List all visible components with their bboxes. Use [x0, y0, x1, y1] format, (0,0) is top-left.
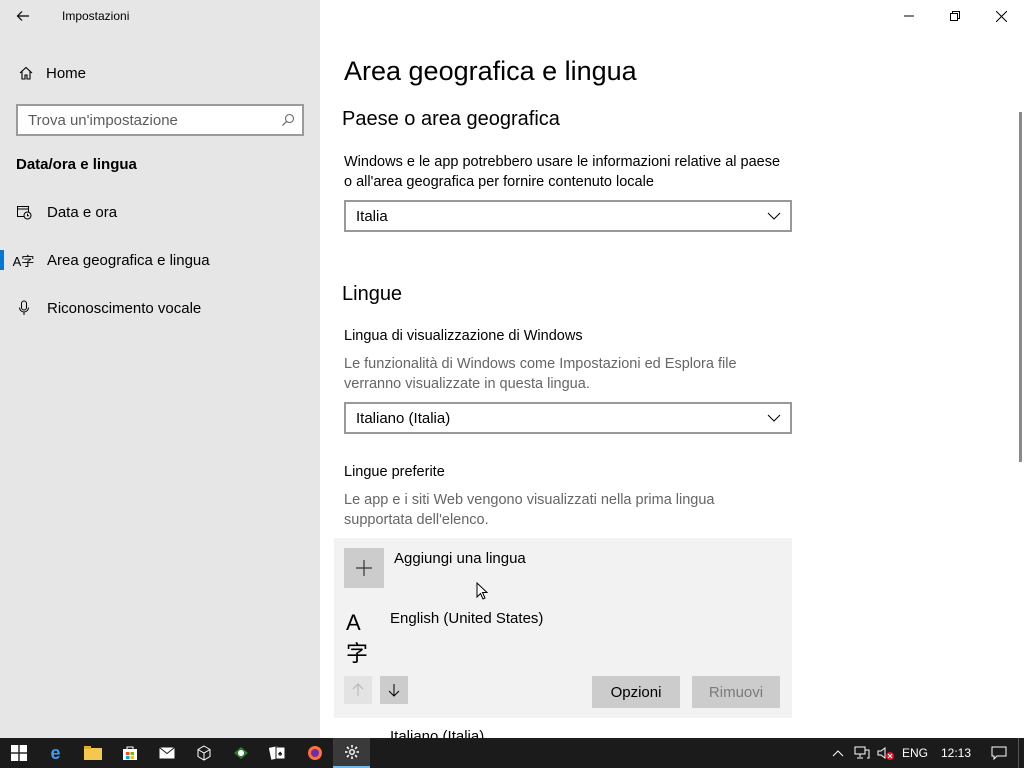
display-language-label: Lingua di visualizzazione di Windows [344, 328, 583, 344]
store-icon[interactable] [111, 738, 148, 768]
page-title: Area geografica e lingua [344, 56, 637, 86]
section-title: Data/ora e lingua [16, 156, 137, 173]
chevron-down-icon [758, 212, 790, 220]
language-icon: A字 [12, 253, 35, 269]
nav-home-label: Home [46, 64, 87, 82]
region-selected: Italia [356, 207, 388, 225]
close-icon [995, 10, 1007, 22]
back-button[interactable] [0, 0, 46, 32]
plus-icon [344, 548, 384, 588]
sidebar-item-label: Data e ora [47, 203, 118, 221]
virtualbox-icon[interactable] [222, 738, 259, 768]
active-indicator [0, 250, 4, 270]
system-tray: ENG 12:13 [826, 738, 1024, 768]
show-desktop-button[interactable] [1018, 738, 1024, 768]
firefox-icon[interactable] [296, 738, 333, 768]
windows-logo-icon [10, 745, 27, 761]
display-language-dropdown[interactable]: Italiano (Italia) [344, 402, 792, 434]
move-up-button[interactable] [344, 676, 372, 704]
options-button[interactable]: Opzioni [592, 676, 680, 708]
language-item[interactable]: Italiano (Italia) [344, 728, 792, 738]
clock[interactable]: 12:13 [932, 738, 980, 768]
microphone-icon [0, 300, 47, 316]
mail-icon[interactable] [148, 738, 185, 768]
close-button[interactable] [978, 0, 1024, 32]
action-center-icon[interactable] [980, 738, 1018, 768]
window-controls [886, 0, 1024, 32]
sidebar-item-label: Area geografica e lingua [47, 251, 210, 269]
search-input[interactable]: Trova un'impostazione [16, 104, 304, 136]
remove-button[interactable]: Rimuovi [692, 676, 780, 708]
edge-icon[interactable]: e [37, 738, 74, 768]
taskbar: e ♠ ENG 12:13 [0, 738, 1024, 768]
minimize-icon [904, 15, 914, 17]
sidebar-item-data-ora[interactable]: Data e ora [0, 192, 320, 232]
move-down-button[interactable] [380, 676, 408, 704]
region-description: Windows e le app potrebbero usare le inf… [344, 154, 781, 190]
add-language-button[interactable]: Aggiungi una lingua [344, 548, 526, 588]
restore-button[interactable] [932, 0, 978, 32]
titlebar: Impostazioni [0, 0, 320, 32]
region-dropdown[interactable]: Italia [344, 200, 792, 232]
language-name: English (United States) [390, 610, 544, 627]
minimize-button[interactable] [886, 0, 932, 32]
chevron-down-icon [758, 414, 790, 422]
add-language-label: Aggiungi una lingua [394, 550, 526, 567]
language-icon: A字 [346, 610, 369, 666]
settings-taskbar-icon[interactable] [333, 738, 370, 768]
file-explorer-icon[interactable] [74, 738, 111, 768]
display-language-selected: Italiano (Italia) [356, 409, 451, 427]
nav-home[interactable]: Home [0, 56, 320, 90]
restore-icon [950, 11, 960, 21]
calendar-clock-icon [0, 204, 47, 220]
language-name: Italiano (Italia) [390, 728, 485, 738]
network-icon[interactable] [850, 738, 874, 768]
arrow-down-icon [388, 684, 400, 697]
search-icon[interactable] [274, 113, 302, 127]
solitaire-icon[interactable]: ♠ [259, 738, 296, 768]
languages-heading: Lingue [342, 283, 403, 305]
chevron-up-icon[interactable] [826, 738, 850, 768]
sidebar-item-area-geografica[interactable]: A字 Area geografica e lingua [0, 240, 320, 280]
region-heading: Paese o area geografica [342, 108, 560, 130]
arrow-left-icon [16, 11, 29, 21]
cube-app-icon[interactable] [185, 738, 222, 768]
arrow-up-icon [352, 683, 364, 696]
display-language-description: Le funzionalità di Windows come Impostaz… [344, 356, 737, 392]
preferred-languages-label: Lingue preferite [344, 464, 445, 480]
preferred-languages-description: Le app e i siti Web vengono visualizzati… [344, 492, 715, 528]
gear-icon [344, 745, 359, 759]
input-language-indicator[interactable]: ENG [898, 738, 932, 768]
sidebar: Impostazioni Home Trova un'impostazione … [0, 0, 320, 738]
start-button[interactable] [0, 738, 37, 768]
app-title: Impostazioni [62, 9, 130, 23]
mouse-cursor-icon [476, 582, 488, 600]
sidebar-item-label: Riconoscimento vocale [47, 299, 202, 317]
preferred-languages-panel: Aggiungi una lingua A字 English (United S… [334, 538, 792, 718]
search-placeholder: Trova un'impostazione [28, 111, 178, 129]
home-icon [0, 65, 52, 81]
volume-muted-icon[interactable] [874, 738, 898, 768]
sidebar-item-riconoscimento-vocale[interactable]: Riconoscimento vocale [0, 288, 320, 328]
language-item[interactable]: A字 English (United States) [346, 610, 543, 666]
scrollbar[interactable] [1019, 112, 1022, 462]
